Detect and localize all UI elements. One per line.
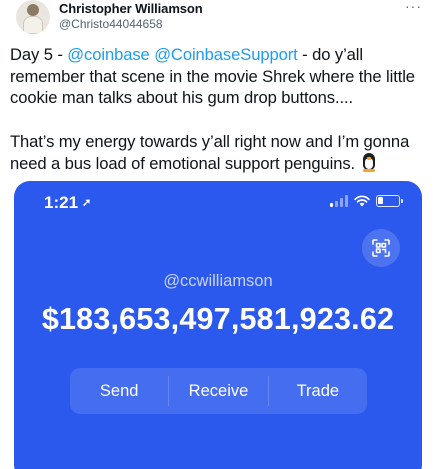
tweet-paragraph-2: That’s my energy towards y’all right now…: [10, 131, 426, 175]
portfolio-balance: $183,653,497,581,923.62: [41, 302, 395, 336]
avatar[interactable]: [16, 0, 50, 34]
tweet-text-paragraph-2: That’s my energy towards y’all right now…: [10, 131, 410, 174]
status-bar-time: 1:21 ➚: [44, 193, 91, 213]
qr-code-button[interactable]: [362, 229, 400, 267]
tweet-text-prefix: Day 5 -: [10, 45, 68, 64]
tweet-paragraph-1: Day 5 - @coinbase @CoinbaseSupport - do …: [10, 44, 426, 109]
trade-button[interactable]: Trade: [267, 376, 367, 406]
qr-code-icon: [372, 239, 390, 257]
wifi-icon: [354, 195, 370, 207]
mention-coinbase-support[interactable]: @CoinbaseSupport: [154, 45, 298, 64]
tweet-media-screenshot[interactable]: 1:21 ➚ @ccwilliamson $183,653,497,581,923…: [14, 181, 422, 469]
author-name[interactable]: Christopher Williamson: [59, 1, 203, 16]
mention-coinbase[interactable]: @coinbase: [67, 45, 149, 64]
more-options-icon[interactable]: ···: [405, 0, 422, 14]
location-arrow-icon: ➚: [82, 197, 92, 209]
action-bar: Send Receive Trade: [70, 368, 367, 414]
time-label: 1:21: [44, 193, 79, 212]
tweet-text: Day 5 - @coinbase @CoinbaseSupport - do …: [10, 44, 426, 175]
account-username: @ccwilliamson: [163, 272, 273, 290]
receive-button[interactable]: Receive: [168, 376, 267, 406]
tweet-header: Christopher Williamson @Christo44044658 …: [10, 0, 426, 40]
penguin-icon: [360, 152, 378, 172]
send-button[interactable]: Send: [70, 368, 168, 414]
signal-icon: [330, 195, 348, 207]
status-bar-icons: [330, 195, 403, 207]
author-handle[interactable]: @Christo44044658: [59, 17, 163, 31]
battery-icon: [376, 195, 403, 207]
